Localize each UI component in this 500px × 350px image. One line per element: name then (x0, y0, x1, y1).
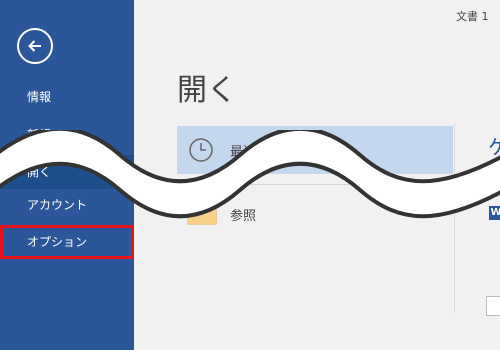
wave-divider (0, 130, 500, 219)
back-button[interactable] (17, 28, 53, 64)
arrow-left-icon (28, 40, 41, 52)
nav-item-options[interactable]: オプション (0, 225, 134, 259)
document-icon (486, 296, 500, 316)
page-title: 開く (177, 73, 237, 108)
document-title: 文書 1 (456, 10, 489, 23)
nav-item-info[interactable]: 情報 (0, 80, 134, 114)
